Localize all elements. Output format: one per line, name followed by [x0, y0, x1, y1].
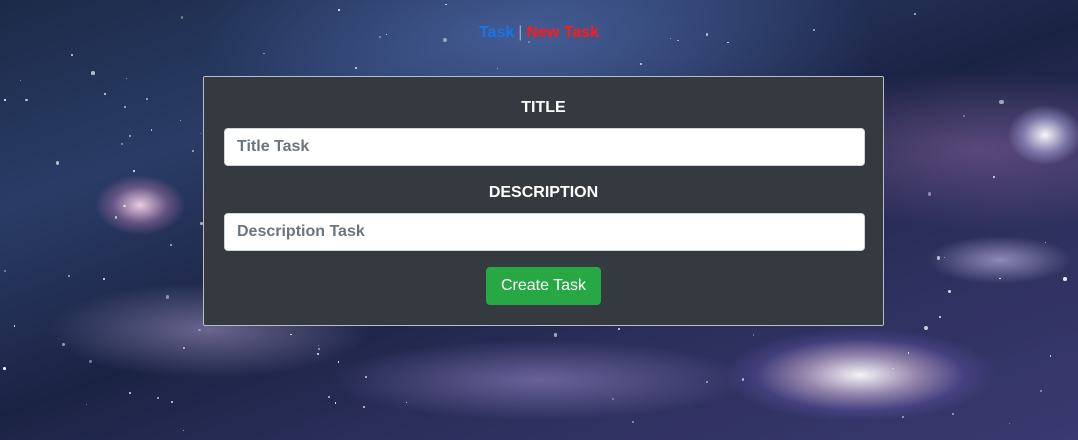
star-dot — [914, 12, 917, 15]
star-dot — [924, 325, 929, 331]
star-dot — [171, 401, 173, 403]
star-dot — [133, 170, 135, 172]
star-dot — [126, 78, 128, 80]
star-dot — [999, 277, 1001, 280]
star-dot — [362, 405, 365, 408]
star-dot — [55, 160, 60, 165]
star-dot — [1044, 241, 1046, 244]
star-dot — [179, 120, 181, 122]
star-dot — [200, 132, 202, 134]
create-task-button[interactable]: Create Task — [485, 267, 602, 305]
nav-link-task[interactable]: Task — [479, 24, 514, 41]
star-dot — [618, 327, 621, 330]
star-dot — [631, 420, 634, 423]
star-dot — [907, 352, 909, 354]
star-dot — [181, 16, 184, 19]
star-dot — [337, 361, 340, 363]
star-dot — [157, 396, 160, 399]
star-dot — [553, 332, 558, 337]
star-dot — [263, 53, 265, 55]
star-dot — [612, 398, 615, 401]
star-dot — [1008, 422, 1010, 424]
star-dot — [741, 378, 745, 381]
star-dot — [290, 334, 292, 336]
star-dot — [191, 150, 194, 153]
star-dot — [128, 135, 131, 138]
star-dot — [13, 325, 15, 327]
star-dot — [952, 413, 955, 416]
star-dot — [706, 381, 708, 383]
star-dot — [182, 429, 185, 432]
star-dot — [752, 333, 755, 336]
star-dot — [338, 9, 340, 12]
star-dot — [496, 68, 499, 70]
form-actions: Create Task — [224, 267, 863, 305]
star-dot — [150, 129, 152, 131]
star-dot — [146, 97, 149, 100]
star-dot — [123, 204, 126, 208]
star-dot — [993, 175, 996, 179]
star-dot — [405, 402, 407, 404]
star-dot — [3, 270, 6, 272]
description-label: DESCRIPTION — [488, 184, 599, 201]
star-dot — [25, 98, 28, 102]
star-dot — [103, 92, 107, 95]
star-dot — [317, 353, 320, 355]
star-dot — [962, 115, 965, 118]
star-dot — [198, 328, 201, 332]
nav-link-new-task[interactable]: New Task — [526, 24, 599, 41]
star-dot — [943, 256, 946, 259]
new-task-form-card: TITLE DESCRIPTION Create Task — [203, 76, 884, 326]
star-dot — [3, 366, 7, 370]
star-dot — [91, 71, 95, 75]
star-dot — [85, 403, 88, 406]
star-dot — [124, 106, 126, 109]
star-dot — [902, 415, 905, 418]
star-dot — [169, 244, 172, 247]
star-dot — [999, 99, 1004, 104]
star-dot — [927, 192, 932, 196]
top-navigation: Task | New Task — [0, 24, 1078, 42]
star-dot — [62, 342, 66, 346]
star-dot — [115, 216, 118, 219]
star-dot — [3, 99, 6, 101]
star-dot — [936, 256, 941, 260]
star-dot — [121, 143, 123, 145]
star-dot — [1063, 276, 1067, 281]
star-dot — [67, 274, 70, 277]
title-label: TITLE — [521, 99, 566, 116]
star-dot — [182, 347, 185, 350]
star-dot — [639, 62, 643, 65]
star-dot — [71, 54, 74, 57]
star-dot — [939, 316, 941, 318]
star-dot — [317, 344, 320, 347]
nav-separator: | — [518, 24, 523, 41]
star-dot — [334, 402, 336, 404]
star-dot — [1039, 389, 1042, 392]
star-dot — [89, 360, 92, 363]
star-dot — [1049, 355, 1052, 357]
star-dot — [328, 395, 331, 398]
star-dot — [19, 79, 21, 81]
star-dot — [354, 66, 357, 69]
star-dot — [365, 375, 368, 378]
description-input[interactable] — [224, 213, 865, 251]
star-dot — [948, 290, 952, 294]
star-dot — [129, 391, 131, 394]
star-dot — [445, 3, 448, 6]
star-dot — [102, 277, 106, 281]
star-dot — [165, 295, 170, 299]
star-dot — [317, 347, 320, 350]
title-input[interactable] — [224, 128, 865, 166]
star-dot — [892, 367, 894, 370]
